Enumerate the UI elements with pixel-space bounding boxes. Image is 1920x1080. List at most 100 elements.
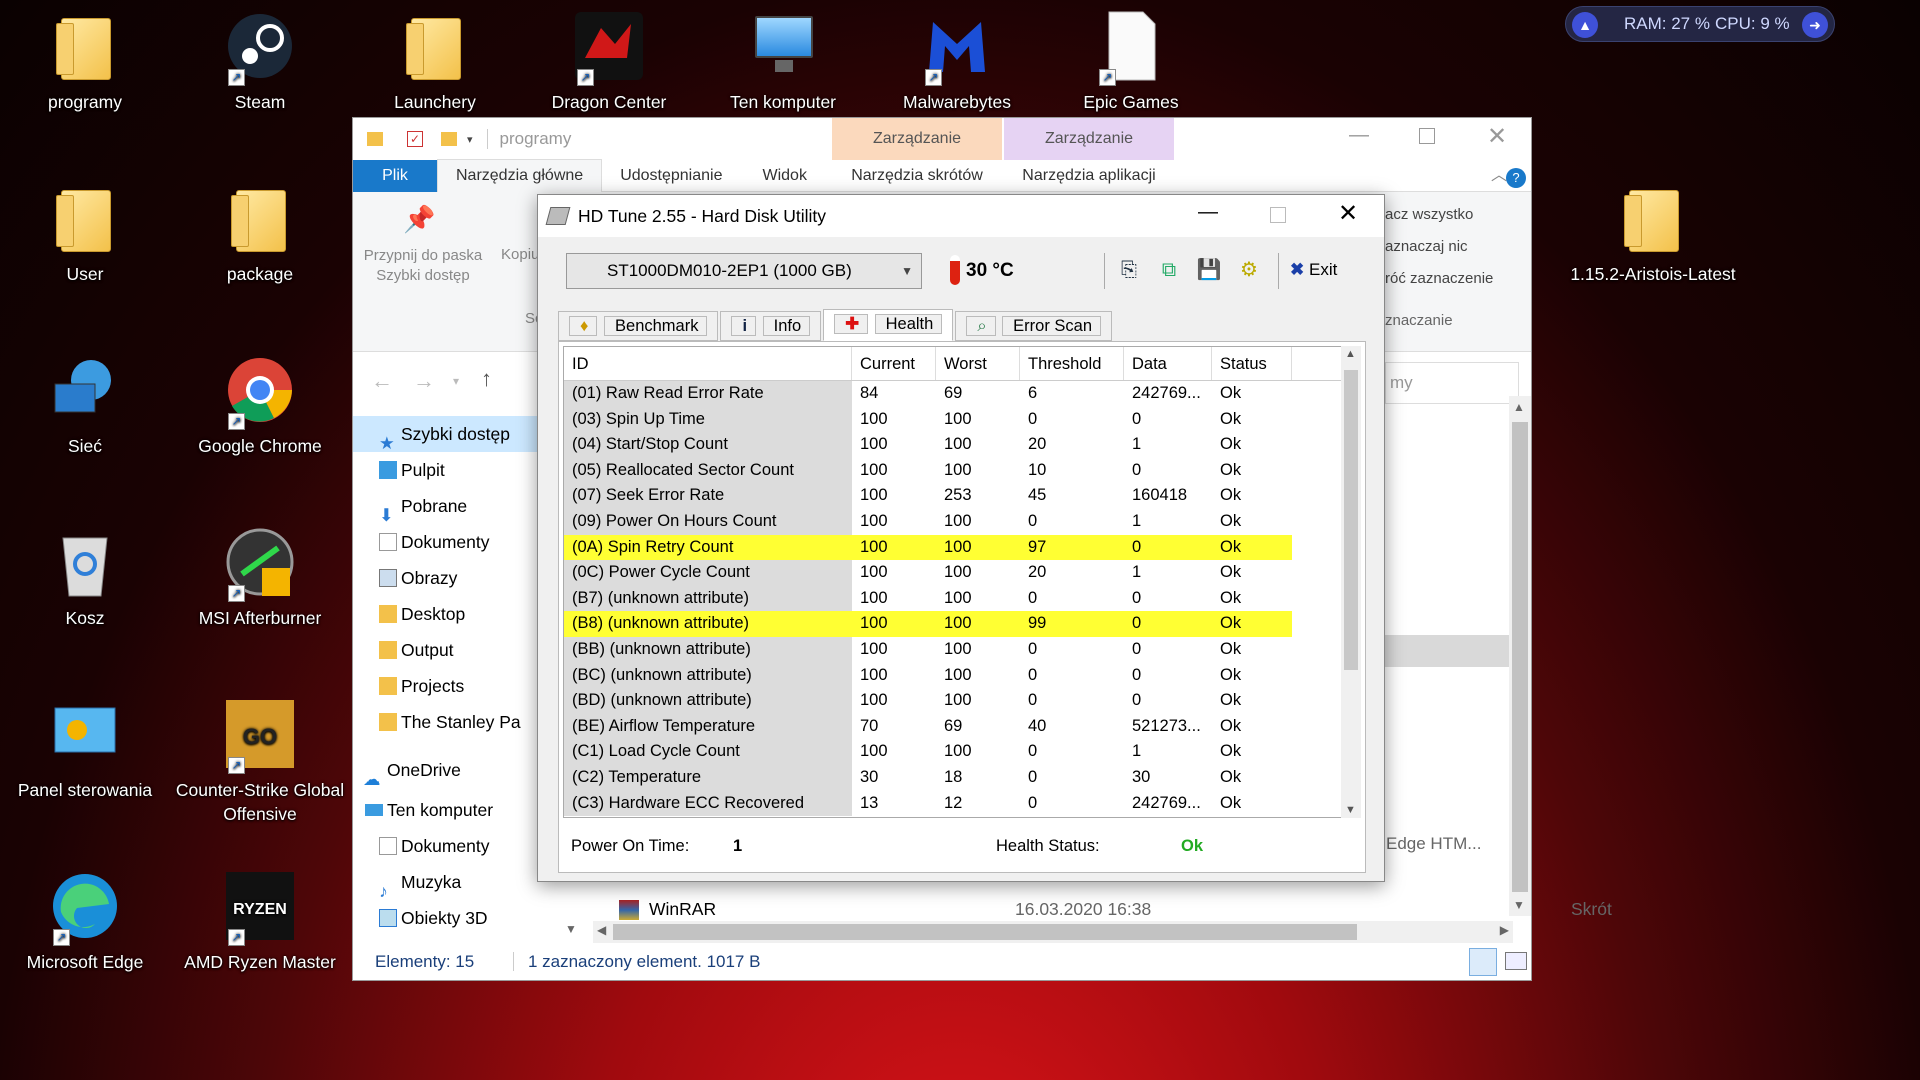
desktop-icon-user[interactable]: User (0, 180, 170, 286)
table-row[interactable]: (BC) (unknown attribute) 100 100 0 0 Ok (564, 662, 1348, 689)
copy-button[interactable]: Kopiu (501, 246, 539, 263)
nav-item-music[interactable]: ♪ Muzyka (353, 864, 563, 900)
hdtune-minimize-button[interactable]: — (1198, 201, 1218, 224)
select-none-button[interactable]: aznaczaj nic (1385, 238, 1468, 255)
table-row[interactable]: (03) Spin Up Time 100 100 0 0 Ok (564, 406, 1348, 433)
h-scroll-thumb[interactable] (613, 924, 1357, 940)
nav-scroll-down-icon[interactable]: ▼ (565, 922, 577, 936)
horizontal-scrollbar[interactable]: ◀ ▶ (593, 921, 1513, 943)
back-arrow-icon[interactable]: ← (371, 368, 393, 394)
table-row[interactable]: (01) Raw Read Error Rate 84 69 6 242769... Ok (564, 381, 1348, 407)
desktop-icon-aristois[interactable]: 1.15.2-Aristois-Latest (1568, 180, 1738, 286)
col-current[interactable]: Current (852, 347, 936, 380)
properties-icon[interactable]: ✓ (407, 131, 423, 147)
desktop-icon-malwarebytes[interactable]: ↗ Malwarebytes (872, 8, 1042, 114)
maximize-button[interactable] (1419, 128, 1435, 144)
large-icons-view-icon[interactable] (1505, 952, 1527, 970)
desktop-icon-csgo[interactable]: GO ↗ Counter-Strike Global Offensive (175, 696, 345, 826)
hdtune-maximize-button[interactable] (1270, 207, 1286, 223)
nav-item-downloads[interactable]: ⬇ Pobrane (353, 488, 563, 524)
minimize-button[interactable]: — (1349, 124, 1369, 147)
desktop-icon-package[interactable]: package (175, 180, 345, 286)
tab-home[interactable]: Narzędzia główne (437, 159, 603, 192)
nav-item-documents[interactable]: Dokumenty (353, 524, 563, 560)
desktop-icon-programy[interactable]: programy (0, 8, 170, 114)
edge-file-partial[interactable]: Edge HTM... (1386, 834, 1481, 854)
desktop-icon-steam[interactable]: ↗ Steam (175, 8, 345, 114)
desktop-icon-launchery[interactable]: Launchery (350, 8, 520, 114)
scroll-up-icon[interactable]: ▲ (1345, 348, 1356, 360)
table-scrollbar[interactable]: ▲ ▼ (1341, 346, 1361, 818)
col-data[interactable]: Data (1124, 347, 1212, 380)
nav-item-projects[interactable]: Projects (353, 668, 563, 704)
copy-text-icon[interactable]: ⎘ (1114, 255, 1144, 285)
desktop-icon-this-pc[interactable]: Ten komputer (698, 8, 868, 114)
rocket-icon[interactable]: ▲ (1572, 12, 1598, 38)
forward-arrow-icon[interactable]: → (413, 368, 435, 394)
table-row[interactable]: (BD) (unknown attribute) 100 100 0 0 Ok (564, 688, 1348, 714)
col-id[interactable]: ID (564, 347, 852, 380)
nav-item-desktop-folder[interactable]: Desktop (353, 596, 563, 632)
scroll-up-icon[interactable]: ▲ (1513, 400, 1525, 414)
desktop-icon-chrome[interactable]: ↗ Google Chrome (175, 352, 345, 458)
context-tab-manage-app[interactable]: Zarządzanie (1004, 118, 1174, 160)
nav-item-this-pc[interactable]: Ten komputer (353, 792, 563, 828)
help-icon[interactable]: ? (1506, 168, 1526, 188)
up-arrow-icon[interactable]: ↑ (481, 366, 492, 392)
copy-screenshot-icon[interactable]: ⧉ (1154, 255, 1184, 285)
nav-item-output[interactable]: Output (353, 632, 563, 668)
file-row-winrar[interactable]: WinRAR 16.03.2020 16:38 Skrót (619, 894, 1612, 924)
tab-health[interactable]: ✚ Health (823, 309, 954, 341)
tab-app-tools[interactable]: Narzędzia aplikacji (1004, 160, 1174, 192)
table-row[interactable]: (05) Reallocated Sector Count 100 100 10 0 Ok (564, 457, 1348, 484)
new-folder-icon[interactable] (441, 132, 457, 146)
hdtune-close-button[interactable]: ✕ (1338, 199, 1358, 228)
table-row[interactable]: (09) Power On Hours Count 100 100 0 1 Ok (564, 508, 1348, 535)
drive-selector[interactable]: ST1000DM010-2EP1 (1000 GB) ▼ (566, 253, 922, 289)
quick-access-dropdown-icon[interactable]: ▾ (467, 133, 473, 146)
nav-item-pc-documents[interactable]: Dokumenty (353, 828, 563, 864)
col-worst[interactable]: Worst (936, 347, 1020, 380)
tab-error-scan[interactable]: ⌕ Error Scan (955, 311, 1113, 341)
scroll-down-icon[interactable]: ▼ (1345, 804, 1356, 816)
nav-item-stanley[interactable]: The Stanley Pa (353, 704, 563, 740)
search-input[interactable]: my (1385, 362, 1519, 404)
table-row[interactable]: (07) Seek Error Rate 100 253 45 160418 Ok (564, 483, 1348, 509)
table-row[interactable]: (B8) (unknown attribute) 100 100 99 0 Ok (564, 611, 1348, 637)
desktop-icon-control-panel[interactable]: Panel sterowania (0, 696, 170, 802)
table-row[interactable]: (BE) Airflow Temperature 70 69 40 521273... O… (564, 713, 1348, 740)
table-row[interactable]: (C1) Load Cycle Count 100 100 0 1 Ok (564, 739, 1348, 765)
nav-item-pictures[interactable]: Obrazy (353, 560, 563, 596)
tab-info[interactable]: i Info (720, 311, 822, 341)
col-threshold[interactable]: Threshold (1020, 347, 1124, 380)
table-row[interactable]: (BB) (unknown attribute) 100 100 0 0 Ok (564, 636, 1348, 663)
recent-dropdown-icon[interactable]: ▾ (453, 374, 459, 388)
table-row[interactable]: (0C) Power Cycle Count 100 100 20 1 Ok (564, 560, 1348, 586)
desktop-icon-edge[interactable]: ↗ Microsoft Edge (0, 868, 170, 974)
col-status[interactable]: Status (1212, 347, 1292, 380)
desktop-icon-network[interactable]: Sieć (0, 352, 170, 458)
select-all-button[interactable]: acz wszystko (1385, 206, 1473, 223)
nav-item-desktop[interactable]: Pulpit (353, 452, 563, 488)
desktop-icon-ryzen-master[interactable]: RYZEN ↗ AMD Ryzen Master (175, 868, 345, 974)
desktop-icon-dragon-center[interactable]: ↗ Dragon Center (524, 8, 694, 114)
table-row[interactable]: (04) Start/Stop Count 100 100 20 1 Ok (564, 432, 1348, 458)
table-row[interactable]: (C2) Temperature 30 18 0 30 Ok (564, 764, 1348, 791)
save-icon[interactable]: 💾 (1194, 255, 1224, 285)
nav-item-quick-access[interactable]: ★ Szybki dostęp (353, 416, 563, 452)
nav-item-3d-objects[interactable]: Obiekty 3D (353, 900, 563, 936)
context-tab-manage-shortcut[interactable]: Zarządzanie (832, 118, 1002, 160)
tab-share[interactable]: Udostępnianie (602, 160, 740, 192)
scroll-left-icon[interactable]: ◀ (597, 923, 606, 937)
table-row[interactable]: (B7) (unknown attribute) 100 100 0 0 Ok (564, 585, 1348, 612)
invert-selection-button[interactable]: róć zaznaczenie (1385, 270, 1493, 287)
table-row[interactable]: (C3) Hardware ECC Recovered 13 12 0 242769..… (564, 790, 1348, 817)
table-row[interactable]: (0A) Spin Retry Count 100 100 97 0 Ok (564, 534, 1348, 561)
scroll-right-icon[interactable]: ▶ (1500, 923, 1509, 937)
tab-benchmark[interactable]: ♦ Benchmark (558, 311, 719, 341)
table-scroll-thumb[interactable] (1344, 370, 1358, 670)
right-scrollbar[interactable]: ▲ ▼ (1509, 396, 1531, 916)
exit-button[interactable]: ✖ Exit (1290, 255, 1337, 285)
details-view-icon[interactable] (1469, 948, 1497, 976)
options-icon[interactable]: ⚙ (1234, 255, 1264, 285)
